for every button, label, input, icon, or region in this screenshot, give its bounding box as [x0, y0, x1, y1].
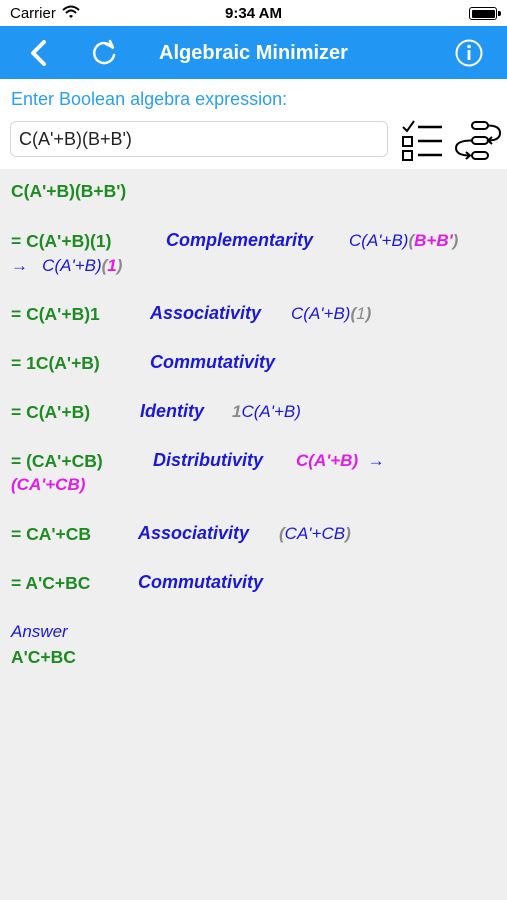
step-4-law: Identity	[140, 401, 205, 421]
initial-expression: C(A'+B)(B+B')	[11, 181, 127, 201]
answer-label: Answer	[11, 622, 68, 641]
status-time: 9:34 AM	[225, 5, 282, 22]
checklist-icon[interactable]	[400, 119, 444, 163]
step-2-expression: = C(A'+B)1	[11, 304, 100, 324]
step-3-expression: = 1C(A'+B)	[11, 353, 100, 373]
expression-input[interactable]	[10, 121, 388, 157]
step-1-law: Complementarity	[166, 230, 314, 250]
step-5-note: C(A'+B) →	[296, 451, 385, 470]
step-4-expression: = C(A'+B)	[11, 402, 91, 422]
step-5-law: Distributivity	[153, 450, 264, 470]
step-6-law: Associativity	[138, 523, 250, 543]
step-2-note: C(A'+B)(1)	[291, 304, 372, 323]
battery-icon	[469, 7, 501, 20]
step-1-expression: = C(A'+B)(1)	[11, 231, 112, 251]
step-2-law: Associativity	[150, 303, 262, 323]
step-1-note-result: → C(A'+B)(1)	[11, 256, 123, 275]
step-6-note: (CA'+CB)	[279, 524, 351, 543]
status-bar: Carrier 9:34 AM	[0, 0, 507, 26]
nav-bar: Algebraic Minimizer	[0, 26, 507, 79]
info-icon[interactable]	[454, 38, 484, 68]
step-7-law: Commutativity	[138, 572, 264, 592]
step-4-note: 1C(A'+B)	[232, 402, 301, 421]
input-area: Enter Boolean algebra expression:	[0, 79, 507, 169]
answer-value: A'C+BC	[11, 647, 76, 667]
step-7-expression: = A'C+BC	[11, 573, 91, 593]
workflow-icon[interactable]	[452, 119, 502, 163]
page-title: Algebraic Minimizer	[159, 42, 348, 64]
expression-prompt: Enter Boolean algebra expression:	[11, 89, 288, 109]
step-6-expression: = CA'+CB	[11, 524, 92, 544]
step-1-note: C(A'+B)(B+B')	[349, 231, 459, 250]
step-3-law: Commutativity	[150, 352, 276, 372]
step-5-note-result: (CA'+CB)	[11, 475, 86, 494]
step-5-expression: = (CA'+CB)	[11, 451, 103, 471]
